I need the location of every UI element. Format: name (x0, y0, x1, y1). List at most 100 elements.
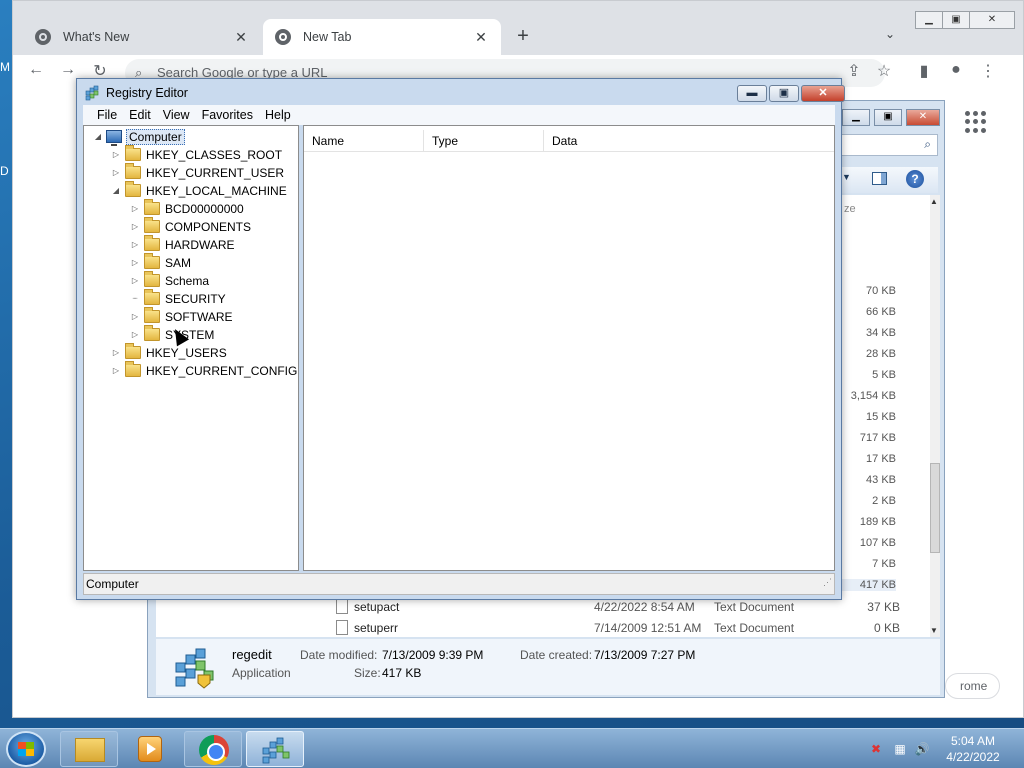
tree-node-hardware[interactable]: ▷ HARDWARE (129, 235, 235, 254)
explorer-minimize-button[interactable]: ▁ (842, 109, 870, 126)
preview-pane-icon[interactable] (872, 172, 887, 185)
media-player-icon (138, 736, 162, 762)
action-center-flag-icon[interactable]: ✖ (868, 741, 884, 757)
taskbar-media-player-button[interactable] (122, 731, 180, 767)
back-arrow-icon[interactable]: ← (25, 61, 47, 79)
scroll-down-arrow-icon[interactable]: ▼ (930, 626, 938, 635)
desktop-text-fragment: M (0, 60, 10, 74)
regedit-minimize-button[interactable]: ▬ (737, 85, 767, 102)
file-name: setuperr (354, 621, 399, 635)
taskbar-regedit-button[interactable] (246, 731, 304, 767)
expand-arrow-icon[interactable]: ▷ (110, 344, 122, 362)
explorer-search-input[interactable]: ⌕ (838, 134, 938, 156)
menu-view[interactable]: View (157, 105, 196, 125)
tree-node-sam[interactable]: ▷ SAM (129, 253, 191, 272)
column-header-data[interactable]: Data (544, 130, 834, 152)
clock-date[interactable]: 4/22/2022 (928, 750, 1018, 764)
tree-node-label: HKEY_CLASSES_ROOT (146, 148, 283, 162)
tree-node-software[interactable]: ▷ SOFTWARE (129, 307, 233, 326)
expand-arrow-icon[interactable]: ▷ (129, 254, 141, 272)
file-row-setupact[interactable]: setupact 4/22/2022 8:54 AM Text Document… (336, 597, 926, 617)
file-size: 37 KB (867, 600, 900, 614)
network-icon[interactable]: ▦ (892, 741, 908, 757)
side-panel-icon[interactable]: ▮ (913, 61, 935, 81)
taskbar-explorer-button[interactable] (60, 731, 118, 767)
column-header-type[interactable]: Type (424, 130, 544, 152)
expand-arrow-icon[interactable]: ▷ (129, 218, 141, 236)
tab-new-tab[interactable]: New Tab ✕ (263, 19, 501, 55)
bookmark-star-icon[interactable]: ☆ (873, 61, 895, 81)
menu-favorites[interactable]: Favorites (196, 105, 259, 125)
help-icon[interactable]: ? (906, 170, 924, 188)
view-dropdown-icon[interactable]: ▼ (842, 172, 851, 182)
expand-arrow-icon[interactable]: ▷ (129, 308, 141, 326)
expand-arrow-icon[interactable]: ▷ (129, 272, 141, 290)
chrome-close-button[interactable]: ✕ (969, 11, 1015, 29)
expand-arrow-icon[interactable]: ▷ (129, 326, 141, 344)
taskbar-chrome-button[interactable] (184, 731, 242, 767)
explorer-maximize-button[interactable]: ▣ (874, 109, 902, 126)
collapse-arrow-icon[interactable]: ◢ (110, 182, 122, 200)
expand-arrow-icon[interactable]: ▷ (110, 164, 122, 182)
scroll-up-arrow-icon[interactable]: ▲ (930, 197, 938, 206)
tree-node-label: BCD00000000 (165, 202, 244, 216)
expand-arrow-icon[interactable]: ▷ (129, 236, 141, 254)
tree-node-hkey-current-config[interactable]: ▷ HKEY_CURRENT_CONFIG (110, 361, 297, 380)
regedit-close-button[interactable]: ✕ (801, 85, 845, 102)
explorer-close-button[interactable]: ✕ (906, 109, 940, 126)
explorer-scrollbar[interactable]: ▲ ▼ (930, 195, 940, 637)
forward-arrow-icon[interactable]: → (57, 61, 79, 79)
status-path: Computer (86, 577, 139, 591)
collapse-arrow-icon[interactable]: ◢ (92, 128, 104, 146)
tab-close-icon[interactable]: ✕ (233, 29, 249, 46)
menu-file[interactable]: File (91, 105, 123, 125)
chrome-menu-icon[interactable]: ⋮ (977, 61, 999, 81)
column-header-name[interactable]: Name (304, 130, 424, 152)
customize-chrome-button[interactable]: rome (945, 673, 1001, 699)
menu-help[interactable]: Help (259, 105, 297, 125)
google-apps-icon[interactable] (965, 111, 987, 133)
regedit-app-icon (262, 737, 290, 764)
tab-whats-new[interactable]: What's New ✕ (23, 19, 261, 55)
start-button[interactable] (6, 731, 46, 767)
tree-node-hkey-current-user[interactable]: ▷ HKEY_CURRENT_USER (110, 163, 284, 182)
explorer-command-bar: ▼ ? (838, 167, 938, 193)
window-title-bar[interactable]: Registry Editor (85, 85, 188, 101)
scrollbar-thumb[interactable] (930, 463, 940, 553)
tree-node-schema[interactable]: ▷ Schema (129, 271, 209, 290)
list-header: Name Type Data (304, 130, 834, 152)
tree-node-hkey-classes-root[interactable]: ▷ HKEY_CLASSES_ROOT (110, 145, 283, 164)
registry-tree[interactable]: ◢ Computer ▷ HKEY_CLASSES_ROOT ▷ HKEY_CURRE… (83, 125, 299, 571)
tree-node-security[interactable]: ┈ SECURITY (129, 289, 226, 308)
expand-arrow-icon[interactable]: ▷ (110, 362, 122, 380)
tree-node-components[interactable]: ▷ COMPONENTS (129, 217, 251, 236)
desktop-text-fragment: D (0, 164, 9, 178)
tab-search-chevron-icon[interactable]: ⌄ (885, 27, 895, 41)
clock-time[interactable]: 5:04 AM (928, 734, 1018, 748)
profile-avatar-icon[interactable]: ● (945, 61, 967, 79)
file-row-setuperr[interactable]: setuperr 7/14/2009 12:51 AM Text Documen… (336, 618, 926, 638)
folder-icon (144, 289, 160, 305)
menu-edit[interactable]: Edit (123, 105, 157, 125)
chrome-favicon-icon (275, 29, 291, 45)
tree-node-label: SECURITY (165, 292, 226, 306)
tree-node-hkey-users[interactable]: ▷ HKEY_USERS (110, 343, 227, 362)
text-file-icon (336, 620, 348, 635)
expand-arrow-icon[interactable]: ▷ (110, 146, 122, 164)
tree-node-computer[interactable]: ◢ Computer (92, 128, 185, 146)
chrome-maximize-button[interactable]: ▣ (942, 11, 970, 29)
new-tab-button[interactable]: + (511, 25, 535, 47)
folder-icon (144, 271, 160, 287)
tree-node-hkey-local-machine[interactable]: ◢ HKEY_LOCAL_MACHINE (110, 181, 287, 200)
tree-node-bcd[interactable]: ▷ BCD00000000 (129, 199, 244, 218)
share-icon[interactable]: ⇪ (843, 61, 865, 81)
tab-close-icon[interactable]: ✕ (473, 29, 489, 46)
resize-grip-icon[interactable]: ⋰ (823, 572, 832, 592)
folder-icon (144, 199, 160, 215)
regedit-maximize-button[interactable]: ▣ (769, 85, 799, 102)
chrome-minimize-button[interactable]: ▁ (915, 11, 943, 29)
registry-values-list[interactable]: Name Type Data (303, 125, 835, 571)
size-column-header[interactable]: ze (844, 203, 856, 215)
expand-arrow-icon[interactable]: ▷ (129, 200, 141, 218)
folder-icon (144, 325, 160, 341)
